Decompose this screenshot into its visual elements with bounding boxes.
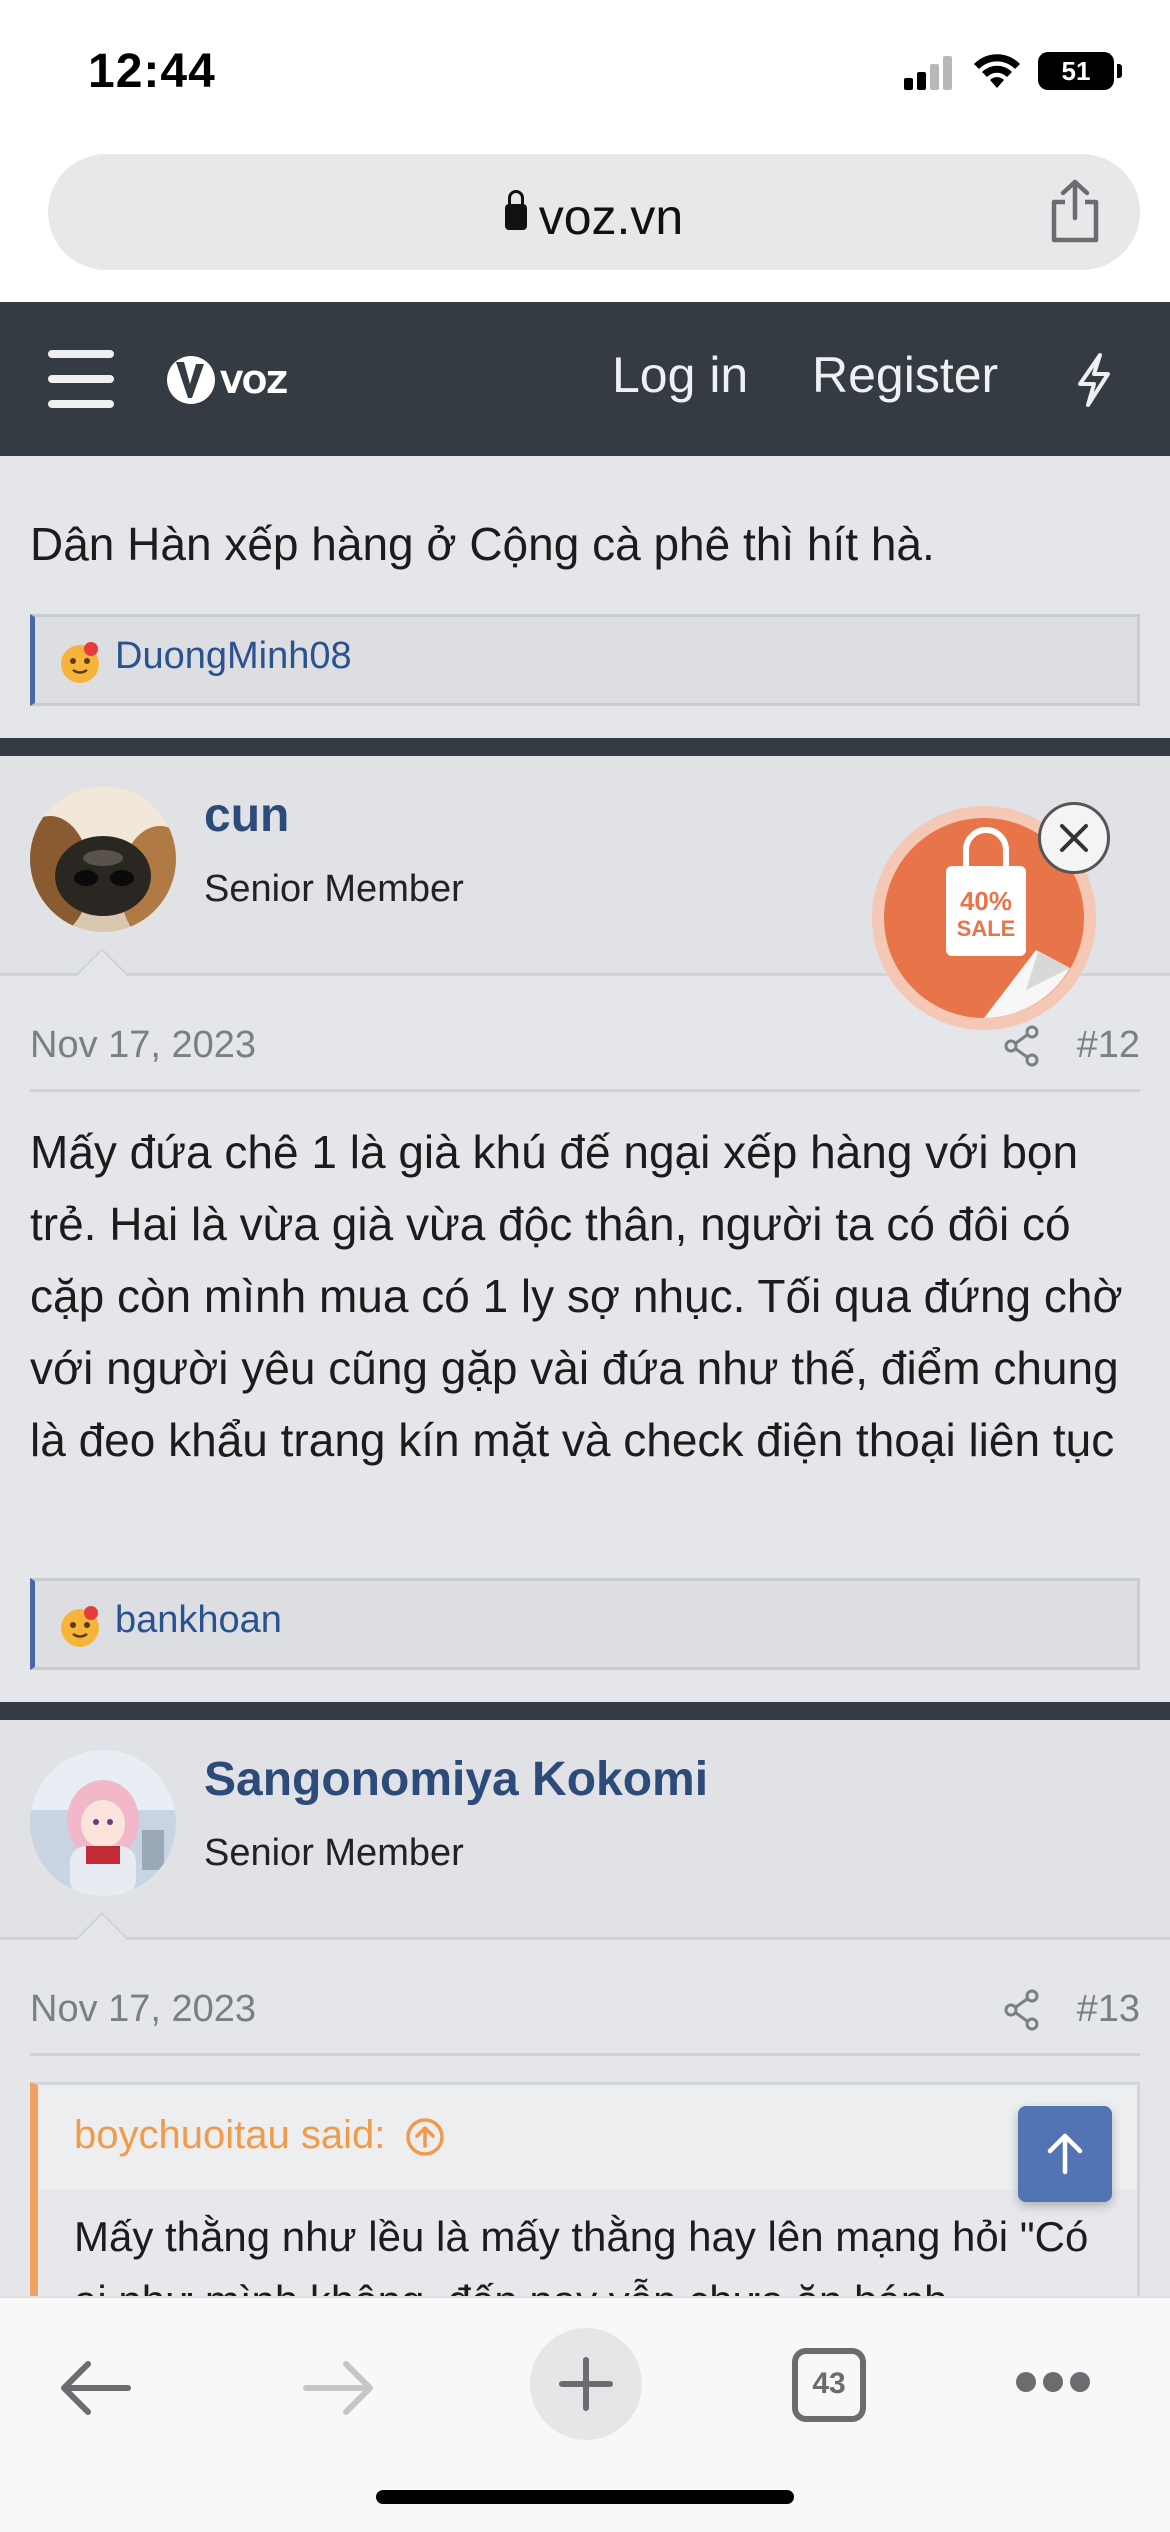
back-arrow-icon[interactable]	[58, 2358, 132, 2418]
reaction-emoji-icon	[61, 642, 99, 683]
user-avatar[interactable]	[30, 1750, 176, 1896]
new-tab-button[interactable]	[530, 2328, 642, 2440]
status-time: 12:44	[88, 45, 216, 98]
post-divider	[0, 1702, 1170, 1720]
site-logo[interactable]: VOZ	[166, 352, 288, 408]
lock-icon	[504, 189, 527, 230]
post-user-header: Sangonomiya Kokomi Senior Member	[0, 1720, 1170, 1940]
close-icon	[1060, 824, 1088, 852]
post-date[interactable]: Nov 17, 2023	[30, 1988, 256, 2031]
post-body: Mấy đứa chê 1 là già khú đế ngại xếp hàn…	[30, 1126, 1123, 1466]
url-label: voz.vn	[538, 189, 684, 245]
quote-author[interactable]: boychuoitau said:	[74, 2113, 446, 2158]
scroll-to-top-button[interactable]	[1018, 2106, 1112, 2202]
previous-post-text: Dân Hàn xếp hàng ở Cộng cà phê thì hít h…	[30, 518, 935, 570]
logo-text: VOZ	[220, 366, 288, 401]
login-button[interactable]: Log in	[612, 346, 748, 404]
wifi-icon	[974, 54, 1020, 88]
user-title: Senior Member	[204, 1832, 464, 1874]
share-icon[interactable]	[1046, 178, 1104, 244]
header-pointer	[74, 1912, 130, 1940]
user-title: Senior Member	[204, 868, 464, 910]
quote-author-label: boychuoitau said:	[74, 2113, 386, 2157]
home-indicator	[376, 2490, 794, 2504]
username[interactable]: cun	[204, 788, 289, 843]
post-divider	[0, 738, 1170, 756]
status-bar: 12:44 51	[0, 0, 1170, 140]
username[interactable]: Sangonomiya Kokomi	[204, 1752, 708, 1807]
post-date[interactable]: Nov 17, 2023	[30, 1024, 256, 1067]
reaction-bar[interactable]: DuongMinh08	[30, 614, 1140, 706]
post-meta: Nov 17, 2023 #13	[30, 1962, 1140, 2056]
more-icon[interactable]	[1016, 2372, 1090, 2392]
site-header: VOZ Log in Register	[0, 302, 1170, 456]
ad-percent: 40%	[960, 886, 1012, 916]
address-text: voz.vn	[48, 188, 1140, 246]
reaction-username[interactable]: bankhoan	[115, 1599, 282, 1642]
close-ad-button[interactable]	[1038, 802, 1110, 874]
reaction-username[interactable]: DuongMinh08	[115, 635, 352, 678]
register-button[interactable]: Register	[812, 346, 998, 404]
browser-address-area: voz.vn	[0, 140, 1170, 302]
voz-logo-icon	[167, 356, 215, 404]
ad-label: SALE	[957, 916, 1016, 941]
cellular-signal-icon	[904, 54, 956, 90]
jump-to-quote-icon[interactable]	[404, 2116, 446, 2158]
lightning-icon[interactable]	[1074, 352, 1114, 408]
post-number[interactable]: #13	[1077, 1988, 1140, 2031]
reaction-emoji-icon	[61, 1606, 99, 1647]
share-post-icon[interactable]	[1002, 1988, 1042, 2032]
battery-icon: 51	[1038, 52, 1122, 90]
user-avatar[interactable]	[30, 786, 176, 932]
forward-arrow-icon[interactable]	[302, 2358, 376, 2418]
menu-icon[interactable]	[48, 350, 114, 408]
address-bar[interactable]: voz.vn	[48, 154, 1140, 270]
reaction-bar[interactable]: bankhoan	[30, 1578, 1140, 1670]
tabs-button[interactable]: 43	[792, 2348, 866, 2422]
quote-header: boychuoitau said:	[38, 2085, 1137, 2189]
arrow-up-icon	[1047, 2133, 1083, 2175]
plus-icon	[559, 2357, 613, 2411]
anime-girl-avatar-icon	[30, 1750, 176, 1896]
header-pointer	[74, 948, 130, 976]
dog-nose-avatar-icon	[30, 786, 176, 932]
